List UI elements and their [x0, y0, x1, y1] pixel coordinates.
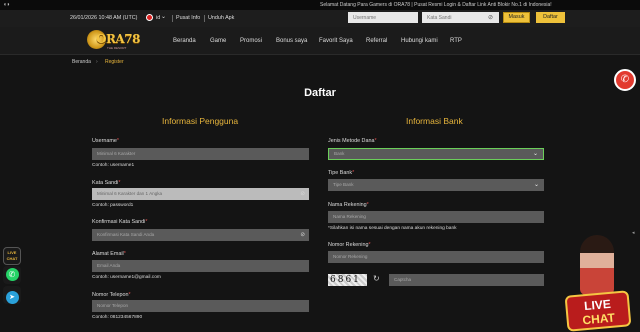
chevron-down-icon[interactable]: ⌄: [161, 13, 166, 20]
password-label: Kata Sandi*: [92, 180, 121, 186]
bank-type-select[interactable]: Tipe Bank ⌄: [328, 179, 544, 191]
divider: [204, 15, 205, 22]
phone-input[interactable]: Nomor Telepon: [92, 300, 309, 312]
method-select[interactable]: Bank ⌄: [328, 148, 544, 160]
nav-game[interactable]: Game: [210, 38, 226, 44]
password-input[interactable]: Minimal 6 Karakter dan 1 Angka ⊘: [92, 188, 309, 200]
chevron-right-icon: ›: [96, 59, 98, 65]
chevron-down-icon: ⌄: [532, 151, 538, 157]
divider: [172, 15, 173, 22]
nav-promosi[interactable]: Promosi: [240, 38, 262, 44]
masuk-button[interactable]: Masuk: [503, 12, 530, 23]
account-number-label: Nomor Rekening*: [328, 242, 371, 248]
logo-subtext: THE RESORT: [107, 46, 127, 50]
nav-beranda[interactable]: Beranda: [173, 38, 196, 44]
method-value: Bank: [334, 151, 345, 156]
phone-label: Nomor Telepon*: [92, 292, 131, 298]
confirm-placeholder: Konfirmasi Kata Sandi Anda: [97, 232, 155, 237]
captcha-image: 6861: [328, 274, 367, 286]
language-selector[interactable]: id: [156, 15, 160, 21]
account-number-input[interactable]: Nomor Rekening: [328, 251, 544, 263]
nav-hubungi-kami[interactable]: Hubungi kami: [401, 38, 438, 44]
unduh-apk-link[interactable]: Unduh Apk: [208, 15, 234, 21]
live-chat-promo[interactable]: LIVE CHAT: [556, 235, 640, 332]
daftar-button[interactable]: Daftar: [536, 12, 565, 23]
email-label: Alamat Email*: [92, 251, 126, 257]
account-name-hint: *Silahkan isi nama sesuai dengan nama ak…: [328, 226, 457, 231]
username-hint: Contoh: username1: [92, 163, 135, 168]
captcha-input[interactable]: Captcha: [389, 274, 544, 286]
eye-off-icon[interactable]: ⊘: [300, 188, 305, 200]
section-title-user: Informasi Pengguna: [162, 116, 239, 126]
account-name-input[interactable]: Nama Rekening: [328, 211, 544, 223]
phone-hint: Contoh: 081234567890: [92, 315, 143, 320]
main-nav: ORA78 THE RESORT Beranda Game Promosi Bo…: [0, 27, 640, 55]
flag-icon[interactable]: [146, 14, 153, 21]
top-bar: 26/01/2026 10:48 AM (UTC) id ⌄ Pusat Inf…: [0, 10, 640, 27]
email-hint: Contoh: username1@gmail.com: [92, 275, 161, 280]
nav-bonus-saya[interactable]: Bonus saya: [276, 38, 307, 44]
nav-referral[interactable]: Referral: [366, 38, 387, 44]
telegram-icon: ➤: [5, 291, 19, 304]
eye-off-icon[interactable]: ⊘: [488, 14, 493, 21]
whatsapp-icon: ✆: [5, 268, 19, 281]
breadcrumb: Beranda › Register: [72, 59, 124, 65]
ticker-bar: ◖◗ Selamat Datang Para Gamers di ORA78 |…: [0, 0, 640, 10]
username-input[interactable]: Minimal 6 Karakter: [92, 148, 309, 160]
whatsapp-widget[interactable]: ✆: [3, 266, 21, 284]
breadcrumb-current: Register: [105, 59, 124, 65]
breadcrumb-home[interactable]: Beranda: [72, 59, 91, 65]
password-hint: Contoh: password1: [92, 203, 134, 208]
announcement-icon: ◖◗: [3, 2, 11, 8]
bank-type-label: Tipe Bank*: [328, 170, 355, 176]
nav-favorit-saya[interactable]: Favorit Saya: [319, 38, 353, 44]
chevron-down-icon: ⌄: [533, 182, 539, 188]
bank-type-value: Tipe Bank: [333, 182, 354, 187]
email-input[interactable]: Email Anda: [92, 260, 309, 272]
method-label: Jenis Metode Dana*: [328, 138, 377, 144]
promo-character: [580, 235, 614, 295]
logo-text: ORA78: [96, 32, 140, 46]
refresh-icon[interactable]: ↻: [373, 274, 380, 283]
pusat-info-link[interactable]: Pusat Info: [176, 15, 200, 21]
confirm-password-label: Konfirmasi Kata Sandi*: [92, 219, 148, 225]
username-label: Username*: [92, 138, 119, 144]
page-title: Daftar: [304, 87, 336, 99]
phone-icon[interactable]: ✆: [614, 69, 636, 91]
eye-off-icon[interactable]: ⊘: [300, 229, 305, 241]
account-name-label: Nama Rekening*: [328, 202, 369, 208]
login-username-input[interactable]: [348, 12, 418, 23]
nav-rtp[interactable]: RTP: [450, 38, 462, 44]
confirm-password-input[interactable]: Konfirmasi Kata Sandi Anda ⊘: [92, 229, 309, 241]
telegram-widget[interactable]: ➤: [3, 286, 21, 304]
live-chat-badge: LIVE CHAT: [564, 290, 632, 332]
ticker-text: Selamat Datang Para Gamers di ORA78 | Pu…: [320, 2, 552, 8]
logo[interactable]: ORA78 THE RESORT: [83, 28, 140, 52]
section-title-bank: Informasi Bank: [406, 116, 463, 126]
password-placeholder: Minimal 6 Karakter dan 1 Angka: [97, 191, 163, 196]
datetime: 26/01/2026 10:48 AM (UTC): [70, 15, 138, 21]
livechat-widget[interactable]: LIVE CHAT: [3, 247, 21, 265]
